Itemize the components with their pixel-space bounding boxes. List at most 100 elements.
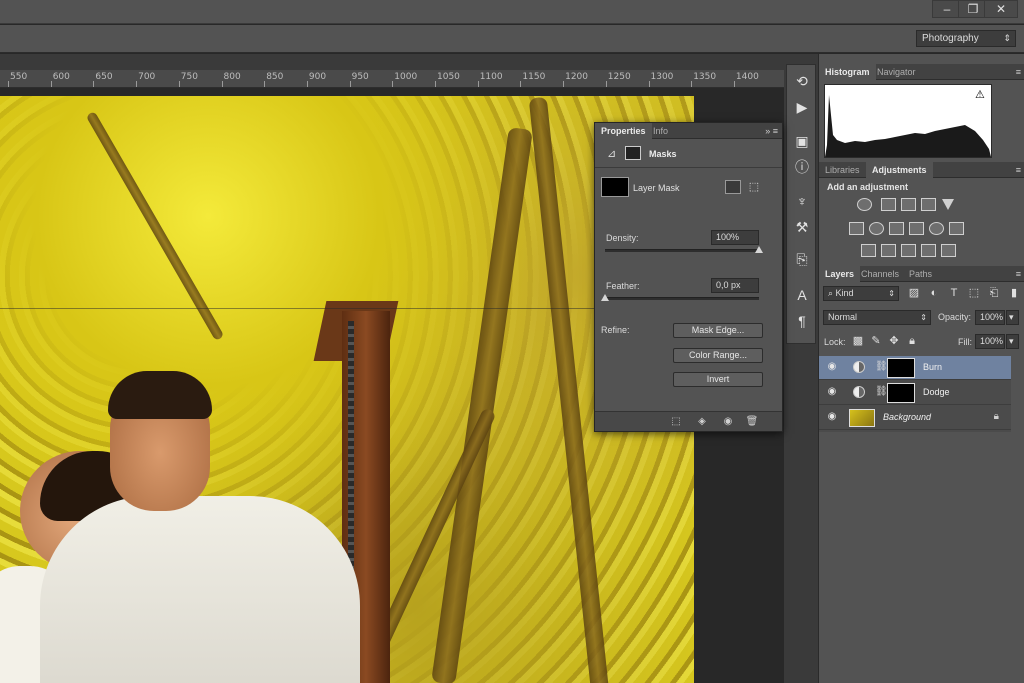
ruler-tick-mark [648, 81, 650, 87]
panel-icon-strip: ⟲ ▶ ▣ ⓘ ♆ ⚒ ⎘ A ¶ [786, 64, 816, 344]
tab-navigator[interactable]: Navigator [871, 64, 922, 80]
panel-menu-icon[interactable]: ≡ [1016, 266, 1021, 282]
posterize-icon[interactable] [881, 244, 896, 257]
tab-properties[interactable]: Properties [595, 123, 652, 139]
lock-all-icon[interactable]: 🔒︎ [905, 334, 919, 348]
panel-menu-icon[interactable]: ≡ [1016, 64, 1021, 80]
black-white-icon[interactable] [889, 222, 904, 235]
feather-input[interactable]: 0,0 px [711, 278, 759, 293]
tab-info[interactable]: Info [647, 123, 674, 139]
density-slider[interactable] [605, 249, 759, 252]
photo-filter-icon[interactable] [909, 222, 924, 235]
histogram-curve [825, 95, 991, 157]
pixel-filter-icon[interactable]: ▨ [907, 286, 921, 300]
curves-icon[interactable] [901, 198, 916, 211]
selective-color-icon[interactable] [921, 244, 936, 257]
ruler-tick-label: 550 [10, 72, 28, 82]
kind-filter-label: Kind [835, 288, 854, 298]
paragraph-icon[interactable]: ¶ [791, 311, 813, 331]
info-icon[interactable]: ⓘ [791, 157, 813, 177]
load-selection-icon[interactable]: ⬚ [669, 415, 683, 429]
workspace-label: Photography [922, 33, 979, 44]
clone-source-icon[interactable]: ⎘ [791, 249, 813, 269]
color-lookup-icon[interactable] [949, 222, 964, 235]
workspace-switcher[interactable]: Photography ⇕ [916, 30, 1016, 47]
horizontal-ruler[interactable]: 550 600 650 700 750 800 850 900 950 1000 1050 1100 1… [0, 70, 784, 88]
feather-slider-thumb[interactable] [601, 294, 609, 301]
ruler-tick-mark [50, 81, 52, 87]
gradient-map-icon[interactable] [942, 199, 954, 210]
eye-icon[interactable]: ◉ [826, 361, 838, 373]
layer-mask-thumbnail[interactable] [887, 383, 915, 403]
layer-row-background[interactable]: ◉ Background 🔒︎ [819, 406, 1011, 430]
link-icon[interactable]: ⛓ [875, 361, 888, 372]
opacity-dropdown[interactable]: ▾ [1006, 310, 1019, 325]
layer-kind-filter[interactable]: ⌕ Kind ⇕ [823, 286, 899, 301]
fill-dropdown[interactable]: ▾ [1006, 334, 1019, 349]
character-icon[interactable]: A [791, 285, 813, 305]
tab-libraries[interactable]: Libraries [819, 162, 866, 178]
layer-row-dodge[interactable]: ◉ ⛓ Dodge [819, 381, 1011, 405]
tab-paths[interactable]: Paths [903, 266, 938, 282]
invert-icon[interactable] [861, 244, 876, 257]
density-input[interactable]: 100% [711, 230, 759, 245]
channel-mixer-icon[interactable] [929, 222, 944, 235]
lock-icon[interactable]: 🔒︎ [994, 411, 999, 422]
brightness-icon[interactable] [857, 198, 872, 211]
tab-histogram[interactable]: Histogram [819, 64, 876, 80]
opacity-input[interactable]: 100% [975, 310, 1005, 325]
feather-slider[interactable] [605, 297, 759, 300]
link-icon[interactable]: ⛓ [875, 386, 888, 397]
trash-icon[interactable]: 🗑︎ [745, 415, 759, 429]
brush-presets-icon[interactable]: ♆ [791, 191, 813, 211]
layer-row-burn[interactable]: ◉ ⛓ Burn [819, 356, 1011, 380]
history-icon[interactable]: ⟲ [791, 71, 813, 91]
layer-mask-thumbnail [601, 177, 629, 197]
fill-label: Fill: [958, 337, 972, 347]
eye-icon[interactable]: ◉ [826, 411, 838, 423]
adjustment-filter-icon[interactable]: ◐ [927, 286, 941, 300]
warning-icon[interactable]: ⚠ [975, 88, 985, 101]
eye-icon[interactable]: ◉ [721, 415, 735, 429]
layers-list: ◉ ⛓ Burn ◉ ⛓ Dodge ◉ Background 🔒︎ [819, 356, 1011, 432]
type-filter-icon[interactable]: T [947, 286, 961, 300]
shape-filter-icon[interactable]: ⬚ [967, 286, 981, 300]
smart-object-filter-icon[interactable]: ⎗ [987, 286, 1001, 300]
add-vector-mask-icon[interactable]: ⬚ [747, 180, 761, 194]
exposure-icon[interactable] [921, 198, 936, 211]
properties-icon[interactable]: ▣ [791, 131, 813, 151]
lock-transparent-icon[interactable]: ▩ [851, 334, 865, 348]
panel-menu-icon[interactable]: » ≡ [765, 123, 778, 139]
select-pixel-mask-button[interactable] [725, 180, 741, 194]
color-balance-icon[interactable] [869, 222, 884, 235]
panel-menu-icon[interactable]: ≡ [1016, 162, 1021, 178]
density-slider-thumb[interactable] [755, 246, 763, 253]
tab-adjustments[interactable]: Adjustments [866, 162, 933, 178]
actions-play-icon[interactable]: ▶ [791, 97, 813, 117]
tab-layers[interactable]: Layers [819, 266, 861, 282]
blend-mode-select[interactable]: Normal ⇕ [823, 310, 931, 325]
levels-icon[interactable] [881, 198, 896, 211]
invert-button[interactable]: Invert [673, 372, 763, 387]
vibrance-icon[interactable] [849, 222, 864, 235]
close-button[interactable]: ✕ [984, 0, 1018, 18]
color-range-button[interactable]: Color Range... [673, 348, 763, 363]
tab-channels[interactable]: Channels [855, 266, 905, 282]
apply-mask-icon[interactable]: ◈ [695, 415, 709, 429]
ruler-tick-mark [520, 81, 522, 87]
updown-icon: ⇕ [920, 313, 927, 322]
ruler-tick-label: 1200 [565, 72, 588, 82]
filter-toggle-icon[interactable]: ▮ [1007, 286, 1021, 300]
lock-position-icon[interactable]: ✥ [887, 334, 901, 348]
mask-edge-button[interactable]: Mask Edge... [673, 323, 763, 338]
fill-value: 100% [980, 336, 1004, 346]
lock-image-icon[interactable]: ✎ [869, 334, 883, 348]
adjustment-type-icon: ⊿ [607, 148, 617, 160]
layer-mask-thumbnail[interactable] [887, 358, 915, 378]
gradient-icon[interactable] [941, 244, 956, 257]
eye-icon[interactable]: ◉ [826, 386, 838, 398]
fill-input[interactable]: 100% [975, 334, 1005, 349]
ruler-tick-mark [8, 81, 9, 87]
threshold-icon[interactable] [901, 244, 916, 257]
tool-presets-icon[interactable]: ⚒ [791, 217, 813, 237]
